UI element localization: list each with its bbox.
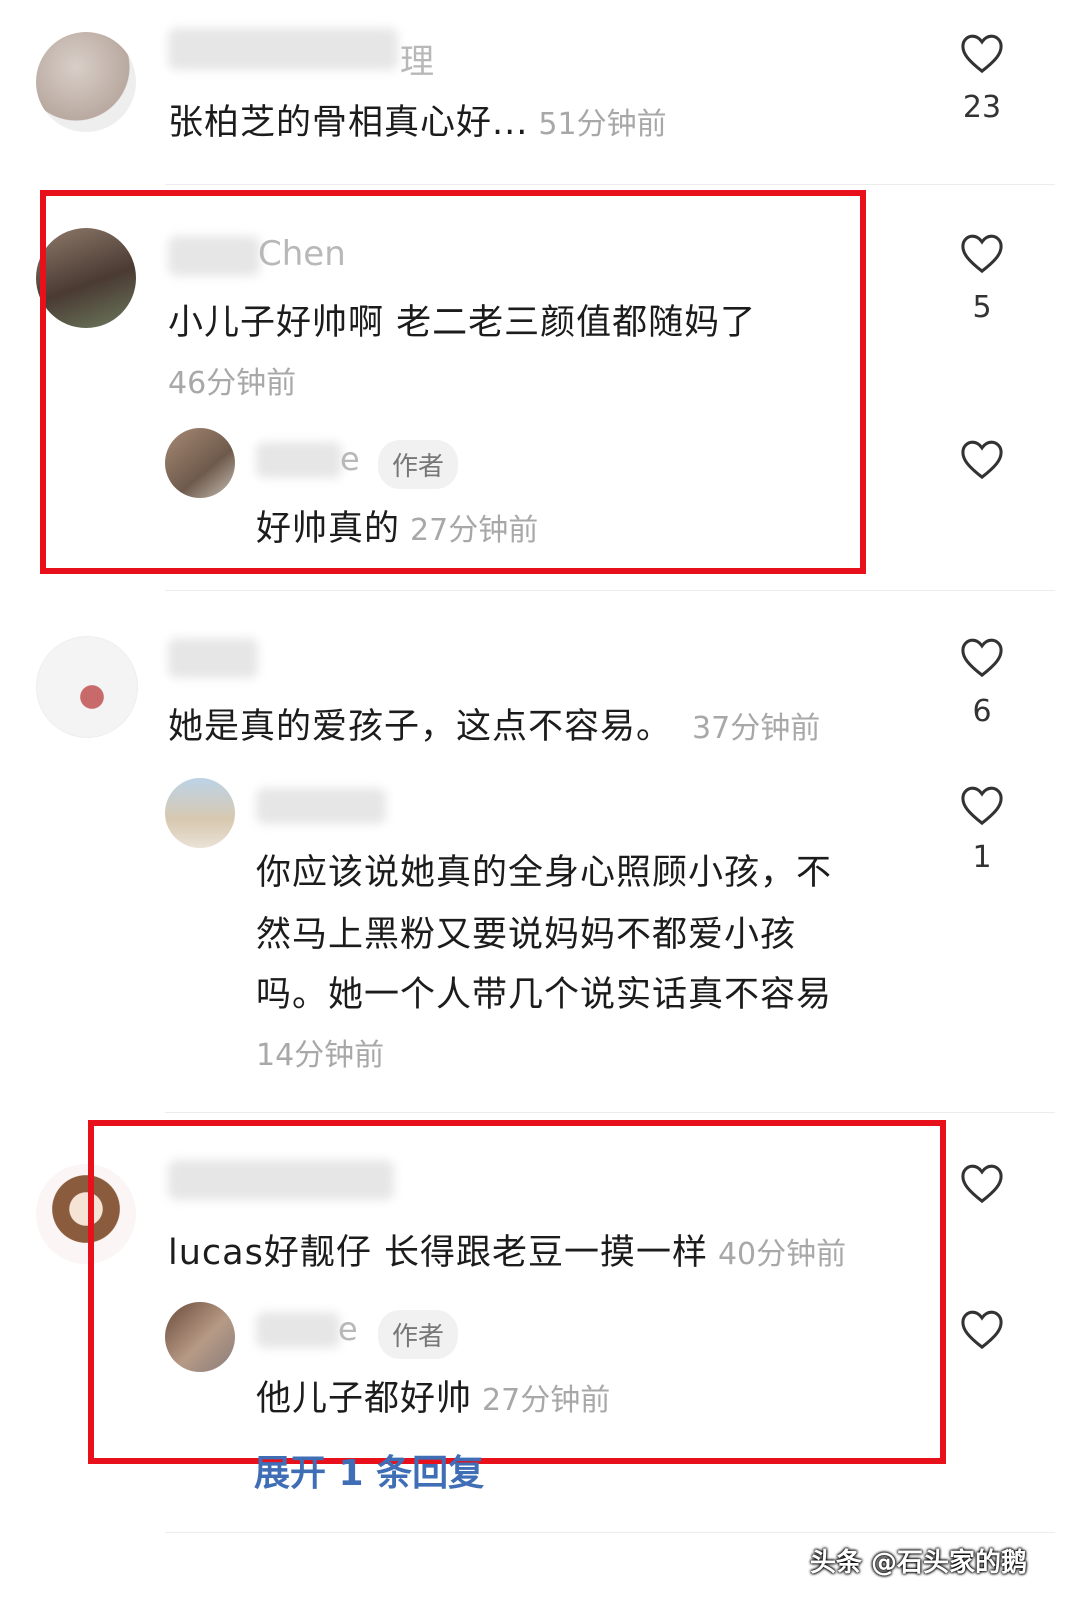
expand-replies-link[interactable]: 展开 1 条回复: [254, 1444, 484, 1496]
like-button[interactable]: [958, 232, 1006, 274]
comment-body: 她是真的爱孩子，这点不容易。: [168, 707, 673, 747]
heart-icon: [961, 638, 1003, 678]
heart-icon: [961, 440, 1003, 480]
heart-icon: [961, 234, 1003, 274]
reply-line: 然马上黑粉又要说妈妈不都爱小孩: [256, 915, 797, 955]
highlight-box: [88, 1120, 946, 1464]
reply-avatar[interactable]: [165, 778, 235, 848]
highlight-box: [40, 190, 866, 574]
like-count: 1: [972, 840, 992, 875]
like-button[interactable]: [958, 32, 1006, 74]
reply-line: 吗。她一个人带几个说实话真不容易: [256, 975, 833, 1015]
reply-like-button[interactable]: [958, 438, 1006, 480]
comment-time: 51分钟前: [538, 107, 667, 142]
comment-body: 张柏芝的骨相真心好...: [168, 103, 529, 143]
divider: [165, 1112, 1055, 1113]
divider: [165, 184, 1055, 185]
divider: [165, 590, 1055, 591]
reply-like-button[interactable]: [958, 1308, 1006, 1350]
like-button[interactable]: [958, 1162, 1006, 1204]
reply-like-button[interactable]: [958, 784, 1006, 826]
like-count: 23: [962, 90, 1002, 125]
username-blurred: [168, 28, 398, 70]
username-blurred: [168, 638, 258, 678]
like-button[interactable]: [958, 636, 1006, 678]
avatar[interactable]: [36, 32, 136, 132]
reply-line: 你应该说她真的全身心照顾小孩，不: [256, 853, 833, 893]
comment-time: 37分钟前: [692, 711, 821, 746]
watermark: 头条 @石头家的鹅: [810, 1548, 1028, 1578]
like-count: 5: [972, 290, 992, 325]
comment-text: 张柏芝的骨相真心好... 51分钟前: [168, 94, 667, 145]
username[interactable]: 理: [400, 34, 434, 83]
heart-icon: [961, 786, 1003, 826]
divider: [165, 1532, 1055, 1533]
heart-icon: [961, 1164, 1003, 1204]
heart-icon: [961, 34, 1003, 74]
avatar[interactable]: [36, 636, 138, 738]
username-blurred: [256, 788, 386, 824]
heart-icon: [961, 1310, 1003, 1350]
like-count: 6: [972, 694, 992, 729]
comment-text: 她是真的爱孩子，这点不容易。 37分钟前: [168, 698, 820, 749]
reply-time: 14分钟前: [256, 1038, 385, 1073]
